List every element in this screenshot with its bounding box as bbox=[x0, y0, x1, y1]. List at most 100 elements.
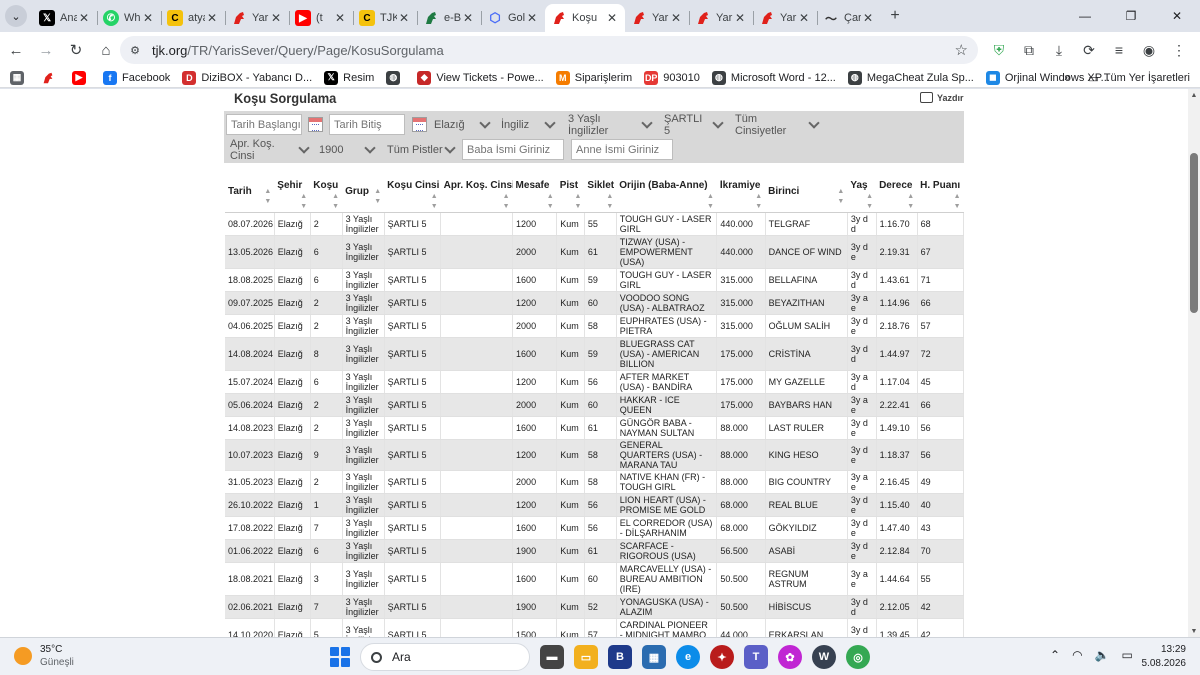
close-tab-icon[interactable]: ✕ bbox=[397, 11, 411, 25]
table-row[interactable]: 04.06.2025 Elazığ 2 3 Yaşlı İngilizler ŞARTL… bbox=[225, 314, 965, 338]
column-header[interactable]: Apr. Koş. Cinsi ▲ ▼ bbox=[440, 180, 513, 213]
start-button[interactable] bbox=[330, 647, 350, 667]
table-row[interactable]: 02.06.2021 Elazığ 7 3 Yaşlı İngilizler ŞARTL… bbox=[225, 595, 965, 619]
all-bookmarks-button[interactable]: Tüm Yer İşaretleri bbox=[1104, 72, 1190, 84]
table-row[interactable]: 18.08.2021 Elazığ 3 3 Yaşlı İngilizler ŞARTL… bbox=[225, 562, 965, 596]
tab[interactable]: ✆ What✕ bbox=[97, 4, 161, 32]
close-tab-icon[interactable]: ✕ bbox=[797, 11, 811, 25]
download-icon[interactable]: ⤓ bbox=[1044, 36, 1074, 64]
column-header[interactable]: İkramiye ▲ ▼ bbox=[716, 180, 766, 213]
bookmark-item[interactable]: ◍ Microsoft Word - 12... bbox=[711, 70, 836, 85]
tab[interactable]: Yarış✕ bbox=[689, 4, 753, 32]
end-date-input[interactable] bbox=[329, 114, 405, 135]
wifi-icon[interactable]: ◠ bbox=[1072, 648, 1082, 662]
volume-icon[interactable]: 🔈 bbox=[1095, 648, 1110, 662]
column-header[interactable]: H. Puanı ▲ ▼ bbox=[917, 180, 964, 213]
scroll-up-icon[interactable]: ▲ bbox=[1188, 89, 1200, 101]
bookmark-item[interactable]: D DiziBOX - Yabancı D... bbox=[182, 70, 312, 85]
table-row[interactable]: 01.06.2022 Elazığ 6 3 Yaşlı İngilizler ŞARTL… bbox=[225, 539, 965, 563]
browser-menu-icon[interactable]: ⋮ bbox=[1164, 36, 1194, 64]
taskbar-clock[interactable]: 13:29 5.08.2026 bbox=[1142, 643, 1187, 671]
bookmark-item[interactable] bbox=[41, 71, 60, 85]
teams-icon[interactable]: T bbox=[744, 645, 768, 669]
bookmark-item[interactable]: ▶ bbox=[72, 70, 91, 85]
gender-select[interactable]: Tüm Cinsiyetler bbox=[731, 113, 823, 137]
column-header[interactable]: Tarih ▲ ▼ bbox=[225, 180, 275, 213]
table-row[interactable]: 14.08.2024 Elazığ 8 3 Yaşlı İngilizler ŞARTL… bbox=[225, 337, 965, 371]
table-row[interactable]: 18.08.2025 Elazığ 6 3 Yaşlı İngilizler ŞARTL… bbox=[225, 268, 965, 292]
tab[interactable]: Yarış✕ bbox=[225, 4, 289, 32]
race-type-select[interactable]: ŞARTLI 5 bbox=[660, 113, 727, 137]
column-header[interactable]: Pist ▲ ▼ bbox=[556, 180, 585, 213]
taskbar-search[interactable]: Ara bbox=[360, 643, 530, 671]
column-header[interactable]: Şehir ▲ ▼ bbox=[274, 180, 311, 213]
table-row[interactable]: 26.10.2022 Elazığ 1 3 Yaşlı İngilizler ŞARTL… bbox=[225, 493, 965, 517]
site-info-icon[interactable]: ⚙ bbox=[124, 39, 146, 61]
profile-avatar[interactable]: ◉ bbox=[1134, 36, 1164, 64]
reading-list-icon[interactable]: ≡ bbox=[1104, 36, 1134, 64]
store-icon[interactable]: ▦ bbox=[642, 645, 666, 669]
close-tab-icon[interactable]: ✕ bbox=[605, 11, 619, 25]
bookmark-item[interactable]: M Siparişlerim bbox=[555, 70, 632, 85]
tab[interactable]: ⬡ Gold✕ bbox=[481, 4, 545, 32]
file-explorer-icon[interactable]: ▭ bbox=[574, 645, 598, 669]
column-header[interactable]: Yaş ▲ ▼ bbox=[847, 180, 877, 213]
tab[interactable]: 𝕏 Anas✕ bbox=[33, 4, 97, 32]
apr-race-type-select[interactable]: Apr. Koş. Cinsi bbox=[226, 138, 312, 162]
chrome-icon[interactable]: ◎ bbox=[846, 645, 870, 669]
calendar-icon[interactable] bbox=[308, 117, 323, 132]
scrollbar-thumb[interactable] bbox=[1190, 153, 1198, 313]
home-button[interactable]: ⌂ bbox=[92, 36, 120, 64]
sire-name-input[interactable] bbox=[462, 139, 564, 160]
bookmark-star-icon[interactable]: ☆ bbox=[955, 41, 968, 59]
track-select[interactable]: Tüm Pistler bbox=[383, 139, 459, 160]
tab[interactable]: Yarış✕ bbox=[753, 4, 817, 32]
close-tab-icon[interactable]: ✕ bbox=[333, 11, 347, 25]
bookmarks-more-button[interactable]: » bbox=[1064, 72, 1070, 84]
wordpress-icon[interactable]: W bbox=[812, 645, 836, 669]
column-header[interactable]: Derece ▲ ▼ bbox=[876, 180, 918, 213]
print-button[interactable]: Yazdır bbox=[920, 92, 964, 103]
distance-select[interactable]: 1900 bbox=[315, 139, 379, 160]
tab[interactable]: Yarış✕ bbox=[625, 4, 689, 32]
tray-overflow-icon[interactable]: ⌃ bbox=[1050, 648, 1060, 662]
tab[interactable]: ▶ (t ✕ bbox=[289, 4, 353, 32]
dam-name-input[interactable] bbox=[571, 139, 673, 160]
tab[interactable]: e-Ba✕ bbox=[417, 4, 481, 32]
close-tab-icon[interactable]: ✕ bbox=[461, 11, 475, 25]
address-bar[interactable]: ⚙ tjk.org/TR/YarisSever/Query/Page/KosuS… bbox=[120, 36, 978, 64]
bookmark-item[interactable]: ◍ MegaCheat Zula Sp... bbox=[847, 70, 974, 85]
bookmark-item[interactable]: ◍ bbox=[386, 70, 405, 85]
table-row[interactable]: 08.07.2026 Elazığ 2 3 Yaşlı İngilizler ŞARTL… bbox=[225, 212, 965, 236]
battery-icon[interactable]: ▭ bbox=[1122, 648, 1133, 662]
tab[interactable]: C TJK E✕ bbox=[353, 4, 417, 32]
breed-select[interactable]: İngiliz bbox=[497, 114, 559, 135]
tab[interactable]: 〜 Çarş✕ bbox=[817, 4, 881, 32]
bookmark-item[interactable]: 𝕏 Resim bbox=[324, 70, 374, 85]
close-tab-icon[interactable]: ✕ bbox=[269, 11, 283, 25]
table-row[interactable]: 09.07.2025 Elazığ 2 3 Yaşlı İngilizler ŞARTL… bbox=[225, 291, 965, 315]
extensions-icon[interactable]: ⧉ bbox=[1014, 36, 1044, 64]
task-view-icon[interactable]: ▬ bbox=[540, 645, 564, 669]
close-tab-icon[interactable]: ✕ bbox=[141, 11, 155, 25]
column-header[interactable]: Grup ▲ ▼ bbox=[342, 180, 385, 213]
city-select[interactable]: Elazığ bbox=[430, 114, 494, 135]
column-header[interactable]: Birinci ▲ ▼ bbox=[765, 180, 848, 213]
close-tab-icon[interactable]: ✕ bbox=[669, 11, 683, 25]
url-text[interactable]: tjk.org/TR/YarisSever/Query/Page/KosuSor… bbox=[152, 43, 444, 58]
column-header[interactable]: Koşu Cinsi ▲ ▼ bbox=[384, 180, 441, 213]
table-row[interactable]: 17.08.2022 Elazığ 7 3 Yaşlı İngilizler ŞARTL… bbox=[225, 516, 965, 540]
bitwarden-icon[interactable]: B bbox=[608, 645, 632, 669]
bookmark-item[interactable]: f Facebook bbox=[103, 70, 170, 85]
new-tab-button[interactable]: + bbox=[885, 6, 905, 26]
tab-search-button[interactable]: ⌄ bbox=[5, 5, 27, 27]
column-header[interactable]: Orijin (Baba-Anne) ▲ ▼ bbox=[616, 180, 717, 213]
table-row[interactable]: 05.06.2024 Elazığ 2 3 Yaşlı İngilizler ŞARTL… bbox=[225, 393, 965, 417]
close-tab-icon[interactable]: ✕ bbox=[77, 11, 91, 25]
shield-extension-icon[interactable]: ⛨ bbox=[984, 36, 1014, 64]
table-row[interactable]: 13.05.2026 Elazığ 6 3 Yaşlı İngilizler ŞARTL… bbox=[225, 235, 965, 269]
edge-icon[interactable]: e bbox=[676, 645, 700, 669]
scroll-down-icon[interactable]: ▼ bbox=[1188, 625, 1200, 637]
column-header[interactable]: Siklet ▲ ▼ bbox=[584, 180, 617, 213]
close-tab-icon[interactable]: ✕ bbox=[861, 11, 875, 25]
